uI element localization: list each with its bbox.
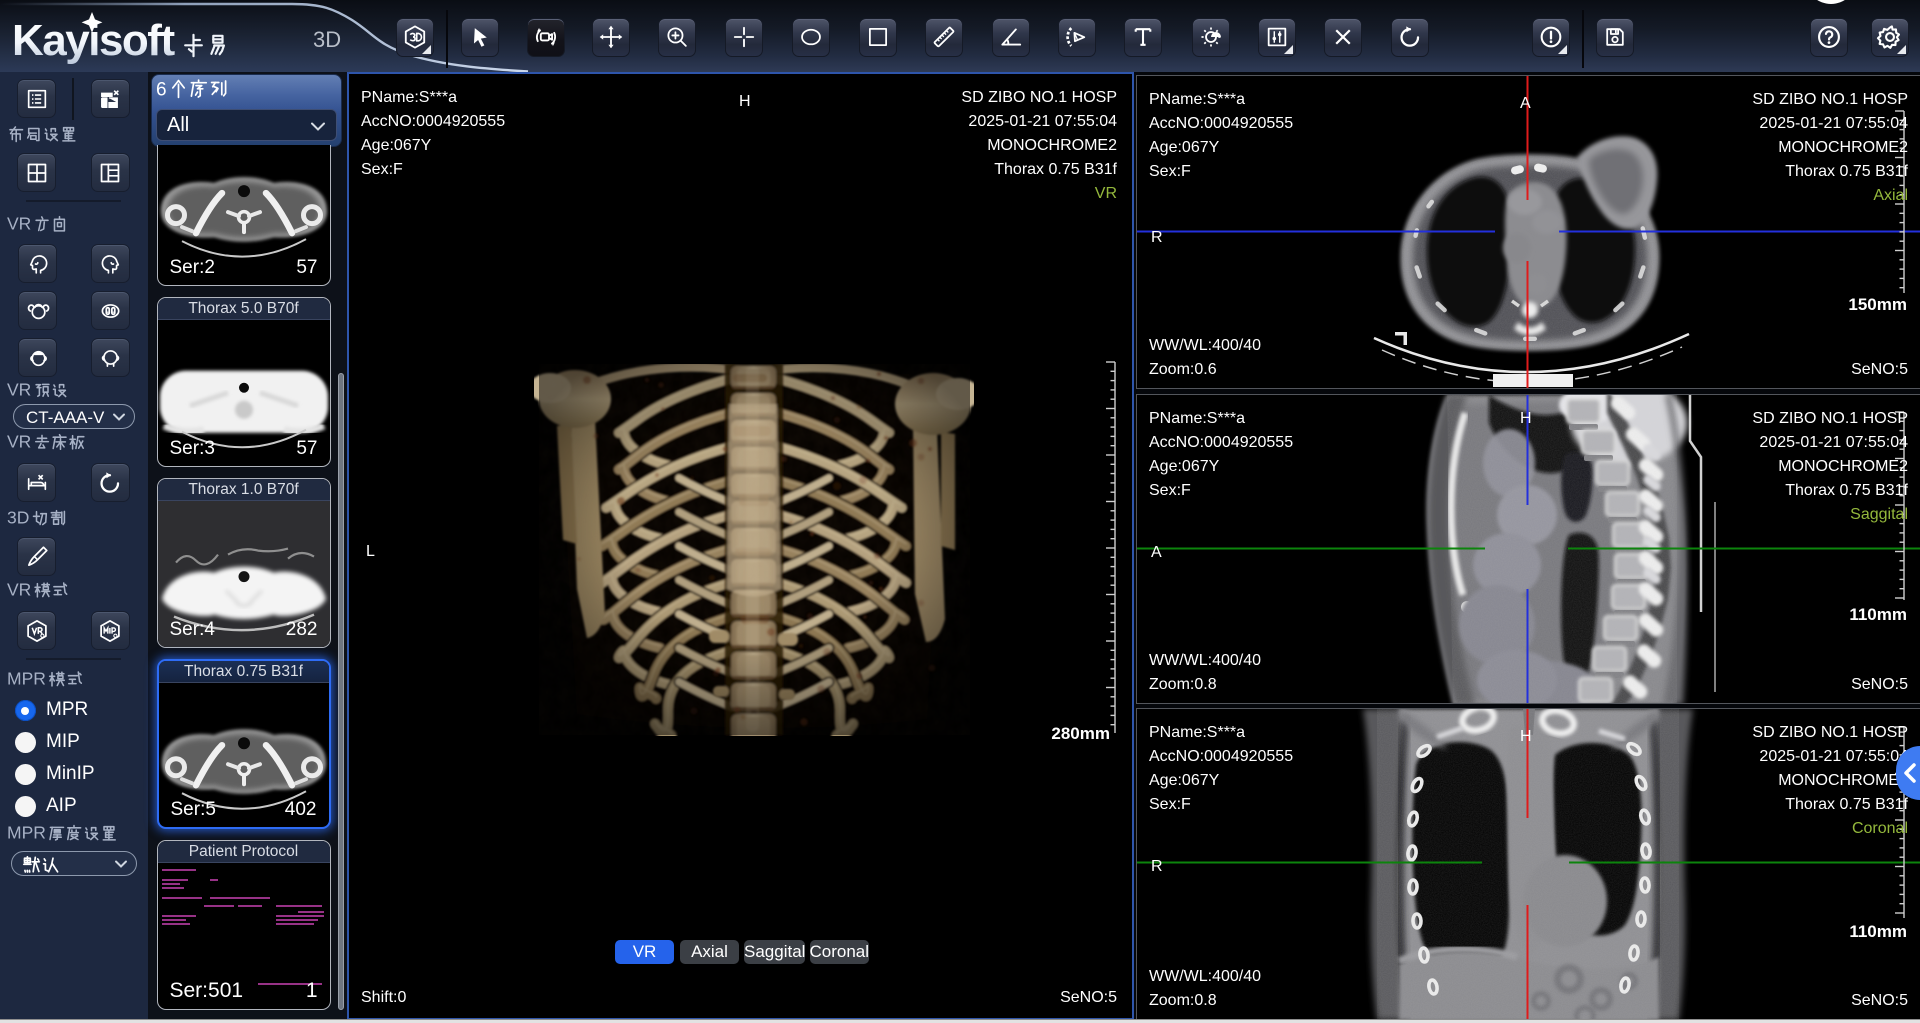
svg-text:VR: VR	[7, 215, 31, 233]
svg-text:6: 6	[156, 80, 167, 101]
svg-text:VR: VR	[7, 381, 31, 399]
svg-text:VR: VR	[7, 581, 31, 599]
svg-text:MPR: MPR	[7, 670, 46, 688]
svg-text:3D: 3D	[7, 509, 29, 527]
svg-text:VR: VR	[7, 433, 31, 451]
svg-text:MPR: MPR	[7, 824, 46, 842]
